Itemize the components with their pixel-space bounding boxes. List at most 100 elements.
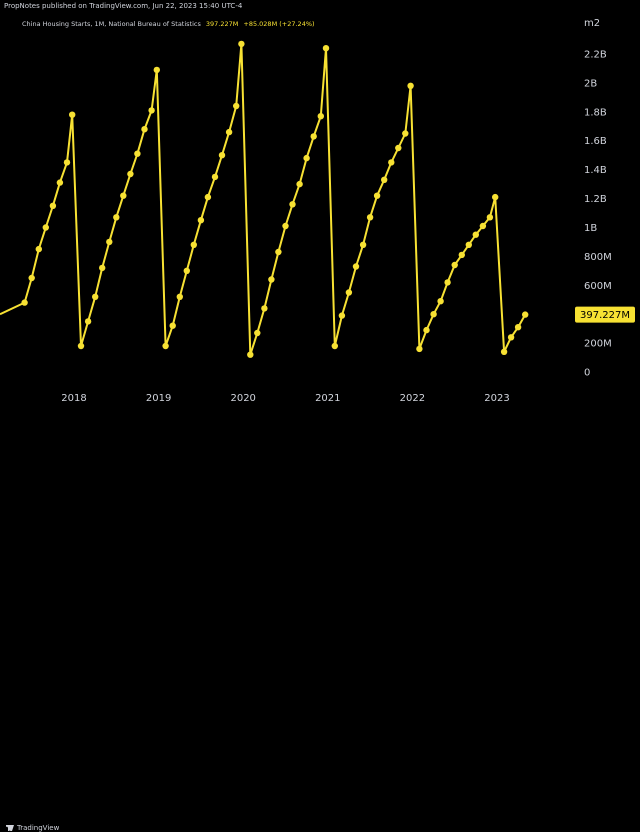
data-point[interactable] [183, 267, 190, 274]
data-point[interactable] [289, 201, 296, 208]
data-point[interactable] [106, 238, 113, 246]
data-point[interactable] [303, 154, 310, 162]
y-tick-label: 600M [584, 281, 612, 292]
y-tick-label: 1B [584, 223, 597, 234]
x-tick-label: 2021 [315, 393, 340, 404]
y-tick-label: 1.2B [584, 194, 607, 205]
data-point[interactable] [465, 241, 472, 248]
x-tick-label: 2018 [61, 393, 86, 404]
data-point[interactable] [359, 241, 367, 248]
data-point[interactable] [472, 231, 479, 238]
data-point[interactable] [141, 126, 148, 133]
data-point[interactable] [84, 318, 92, 325]
legend-symbol: China Housing Starts, 1M, National Burea… [22, 20, 201, 28]
data-point[interactable] [352, 263, 360, 270]
data-point[interactable] [430, 311, 437, 318]
x-tick-label: 2023 [484, 393, 509, 404]
data-point[interactable] [522, 311, 529, 318]
y-tick-label: 200M [584, 339, 612, 350]
y-tick-label: 800M [584, 252, 612, 263]
data-point[interactable] [225, 128, 233, 136]
data-point[interactable] [77, 342, 85, 350]
data-point[interactable] [69, 111, 76, 118]
chart-legend[interactable]: China Housing Starts, 1M, National Burea… [22, 20, 315, 28]
y-tick-label: 2.2B [584, 50, 607, 61]
data-point[interactable] [176, 293, 183, 300]
data-point[interactable] [402, 130, 409, 137]
data-point[interactable] [92, 293, 99, 300]
data-point[interactable] [35, 245, 42, 253]
legend-last-value: 397.227M [205, 20, 239, 28]
data-point[interactable] [56, 179, 64, 186]
footer: TradingView [0, 410, 640, 832]
data-point[interactable] [282, 222, 289, 230]
data-point[interactable] [275, 248, 282, 256]
legend-change: +85.028M (+27.24%) [243, 20, 315, 28]
data-point[interactable] [317, 113, 324, 120]
data-point[interactable] [451, 261, 458, 269]
data-point[interactable] [407, 82, 414, 90]
y-axis-unit-label: m2 [584, 18, 600, 29]
data-point[interactable] [42, 224, 49, 231]
data-point[interactable] [338, 312, 346, 319]
x-tick-label: 2019 [146, 393, 171, 404]
data-point[interactable] [507, 334, 515, 341]
data-point[interactable] [21, 299, 28, 306]
data-point[interactable] [254, 329, 261, 337]
y-tick-label: 1.6B [584, 136, 607, 147]
data-point[interactable] [479, 222, 487, 230]
data-point[interactable] [296, 180, 303, 188]
data-point[interactable] [162, 342, 169, 350]
data-point[interactable] [238, 40, 245, 48]
x-tick-label: 2022 [400, 393, 425, 404]
x-tick-label: 2020 [230, 393, 255, 404]
data-point[interactable] [322, 45, 330, 52]
data-point[interactable] [127, 170, 134, 178]
data-point[interactable] [169, 322, 176, 329]
data-point[interactable] [444, 279, 451, 286]
last-value-tag-layer: 397.227M [575, 306, 635, 323]
data-point[interactable] [113, 214, 120, 221]
data-point[interactable] [345, 289, 353, 296]
data-point[interactable] [49, 202, 57, 209]
data-point[interactable] [381, 176, 388, 183]
data-point[interactable] [197, 217, 205, 224]
data-point[interactable] [458, 251, 465, 259]
data-point[interactable] [416, 345, 423, 353]
data-point[interactable] [247, 351, 254, 358]
data-point[interactable] [268, 276, 275, 283]
data-point[interactable] [437, 298, 444, 305]
data-point[interactable] [310, 133, 317, 140]
data-point[interactable] [99, 264, 106, 272]
y-tick-label: 1.8B [584, 107, 607, 118]
data-point[interactable] [134, 150, 141, 157]
data-point[interactable] [28, 274, 35, 282]
chart-background [0, 14, 640, 410]
data-point[interactable] [373, 192, 381, 199]
y-tick-label: 1.4B [584, 165, 607, 176]
data-point[interactable] [395, 144, 402, 152]
last-value-tag-label: 397.227M [580, 310, 630, 321]
data-point[interactable] [366, 214, 374, 221]
data-point[interactable] [153, 66, 160, 74]
data-point[interactable] [331, 342, 338, 350]
data-point[interactable] [211, 173, 219, 181]
data-point[interactable] [261, 305, 268, 312]
data-point[interactable] [388, 159, 395, 166]
data-point[interactable] [492, 193, 499, 201]
data-point[interactable] [204, 193, 212, 201]
line-chart[interactable]: 0 200M 600M 800M 1B 1.2B 1.4B 1.6B 1.8B 2B 2.2B 20… [0, 0, 640, 410]
data-point[interactable] [190, 241, 197, 248]
data-point[interactable] [423, 326, 430, 334]
tradingview-brand: TradingView [17, 824, 60, 832]
tradingview-logo[interactable]: TradingView [6, 824, 59, 832]
data-point[interactable] [233, 102, 240, 110]
data-point[interactable] [218, 152, 226, 159]
data-point[interactable] [120, 192, 127, 199]
data-point[interactable] [63, 159, 71, 166]
data-point[interactable] [148, 107, 155, 114]
data-point[interactable] [500, 348, 508, 355]
data-point[interactable] [486, 214, 494, 221]
tradingview-logo-icon [6, 825, 14, 831]
data-point[interactable] [514, 324, 522, 331]
